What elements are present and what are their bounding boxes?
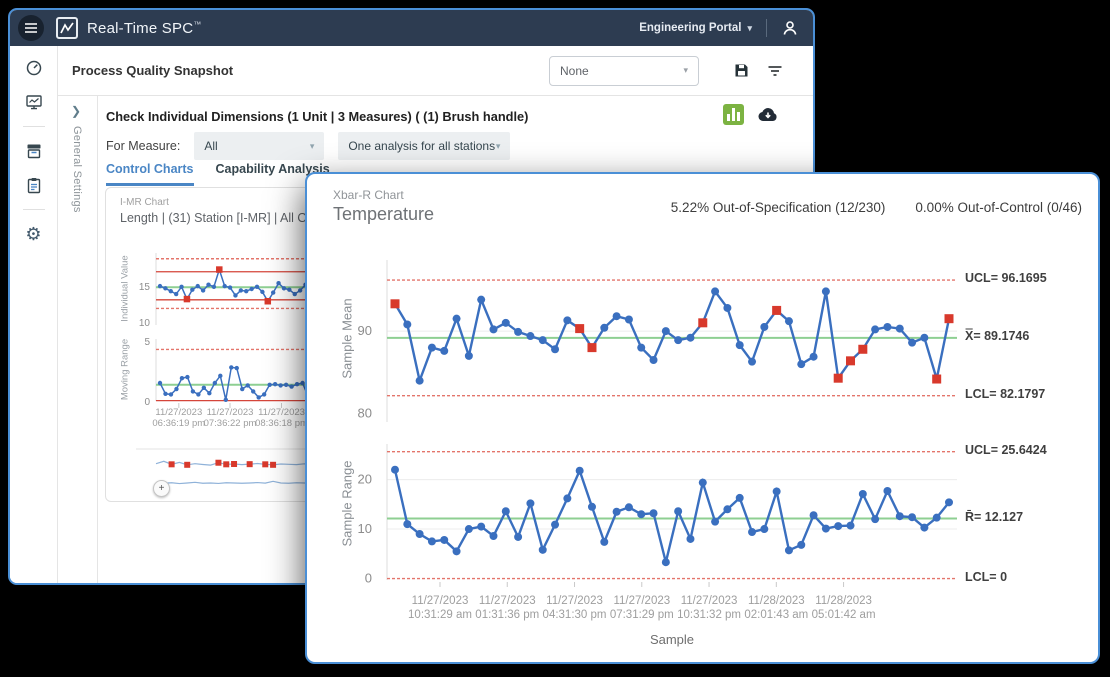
svg-text:07:31:29 pm: 07:31:29 pm bbox=[610, 609, 674, 621]
filter-icon[interactable] bbox=[765, 61, 785, 81]
svg-text:80: 80 bbox=[358, 406, 372, 421]
moving-range-axis-label: Moving Range bbox=[120, 315, 131, 425]
archive-box-icon[interactable] bbox=[24, 141, 44, 161]
svg-text:0: 0 bbox=[365, 571, 372, 586]
screenshot-canvas: { "navbar": {"app_title": "Real-Time SPC… bbox=[0, 0, 1110, 677]
navigator-handle[interactable]: + bbox=[153, 480, 170, 497]
svg-text:10:31:32 pm: 10:31:32 pm bbox=[677, 609, 741, 621]
chevron-down-icon: ▾ bbox=[683, 65, 688, 76]
control-limit-label: UCL= 96.1695 bbox=[965, 271, 1047, 285]
svg-text:11/27/2023: 11/27/2023 bbox=[479, 595, 536, 607]
svg-text:11/28/2023: 11/28/2023 bbox=[815, 595, 872, 607]
gauge-dashboard-icon[interactable] bbox=[24, 58, 44, 78]
svg-text:11/27/2023: 11/27/2023 bbox=[613, 595, 670, 607]
divider bbox=[23, 126, 45, 127]
svg-text:07:36:22 pm: 07:36:22 pm bbox=[204, 418, 257, 429]
toolbar: Process Quality Snapshot None ▾ bbox=[58, 46, 813, 96]
svg-text:10:31:29 am: 10:31:29 am bbox=[408, 609, 472, 621]
control-limit-label: LCL= 0 bbox=[965, 570, 1007, 584]
xbar-r-chart-title: Temperature bbox=[333, 204, 434, 225]
svg-text:02:01:43 am: 02:01:43 am bbox=[744, 609, 808, 621]
general-settings-label: General Settings bbox=[71, 126, 83, 213]
svg-text:11/27/2023: 11/27/2023 bbox=[412, 595, 469, 607]
svg-text:05:01:42 am: 05:01:42 am bbox=[812, 609, 876, 621]
save-icon[interactable] bbox=[731, 61, 751, 81]
svg-text:11/27/2023: 11/27/2023 bbox=[207, 407, 254, 418]
tab-control-charts[interactable]: Control Charts bbox=[106, 162, 194, 186]
clipboard-icon[interactable] bbox=[24, 175, 44, 195]
chevron-down-icon: ▾ bbox=[496, 141, 501, 152]
svg-text:5: 5 bbox=[144, 337, 150, 348]
divider bbox=[23, 209, 45, 210]
general-settings-panel[interactable]: ❯ General Settings bbox=[58, 96, 98, 583]
portal-selector[interactable]: Engineering Portal▾ bbox=[639, 22, 752, 34]
svg-text:20: 20 bbox=[358, 472, 372, 487]
out-of-control-stat: 0.00% Out-of-Control (0/46) bbox=[915, 200, 1082, 215]
svg-text:15: 15 bbox=[139, 282, 151, 293]
section-title: Check Individual Dimensions (1 Unit | 3 … bbox=[106, 109, 528, 124]
control-limit-label: X̿= 89.1746 bbox=[965, 329, 1029, 343]
monitor-chart-icon[interactable] bbox=[24, 92, 44, 112]
svg-text:11/27/2023: 11/27/2023 bbox=[546, 595, 603, 607]
app-title: Real-Time SPC™ bbox=[87, 20, 201, 37]
x-axis-title: Sample bbox=[387, 632, 957, 647]
user-icon[interactable] bbox=[781, 19, 799, 37]
svg-text:11/27/2023: 11/27/2023 bbox=[681, 595, 738, 607]
sample-range-chart: 20 10 0 11/27/2023 10:31:29 am 11/27/2023 01:3… bbox=[307, 432, 1098, 628]
imr-chart-type-label: I-MR Chart bbox=[120, 197, 169, 208]
control-limit-label: LCL= 82.1797 bbox=[965, 387, 1045, 401]
preset-dropdown[interactable]: None ▾ bbox=[549, 56, 699, 86]
svg-text:0: 0 bbox=[144, 397, 150, 408]
app-logo-icon bbox=[56, 17, 78, 39]
svg-text:11/27/2023: 11/27/2023 bbox=[258, 407, 305, 418]
out-of-spec-stat: 5.22% Out-of-Specification (12/230) bbox=[671, 200, 886, 215]
control-limit-label: R̄= 12.127 bbox=[965, 510, 1023, 524]
divider bbox=[766, 19, 767, 37]
chart-view-icon[interactable] bbox=[723, 104, 744, 125]
svg-text:01:31:36 pm: 01:31:36 pm bbox=[475, 609, 539, 621]
chevron-down-icon: ▾ bbox=[310, 141, 315, 152]
svg-text:06:36:19 pm: 06:36:19 pm bbox=[152, 418, 205, 429]
svg-text:11/27/2023: 11/27/2023 bbox=[155, 407, 202, 418]
control-limit-label: UCL= 25.6424 bbox=[965, 443, 1047, 457]
svg-text:90: 90 bbox=[358, 323, 372, 338]
tab-bar: Control Charts Capability Analysis bbox=[106, 162, 330, 186]
xbar-r-chart-type-label: Xbar-R Chart bbox=[333, 188, 404, 202]
xbar-r-chart-window: Xbar-R Chart Temperature 5.22% Out-of-Sp… bbox=[305, 172, 1100, 664]
menu-icon[interactable] bbox=[18, 15, 44, 41]
cloud-download-icon[interactable] bbox=[757, 106, 779, 123]
gear-icon[interactable]: ⚙ bbox=[24, 224, 44, 244]
top-navbar: Real-Time SPC™ Engineering Portal▾ bbox=[10, 10, 813, 46]
svg-text:08:36:18 pm: 08:36:18 pm bbox=[255, 418, 308, 429]
chevron-down-icon: ▾ bbox=[747, 23, 752, 34]
chevron-expand-icon[interactable]: ❯ bbox=[71, 104, 81, 118]
svg-text:11/28/2023: 11/28/2023 bbox=[748, 595, 805, 607]
for-measure-label: For Measure: bbox=[106, 139, 180, 153]
svg-text:10: 10 bbox=[358, 521, 372, 536]
analysis-dropdown[interactable]: One analysis for all stations▾ bbox=[338, 132, 510, 160]
measure-dropdown[interactable]: All▾ bbox=[194, 132, 324, 160]
page-title: Process Quality Snapshot bbox=[72, 63, 549, 78]
svg-text:10: 10 bbox=[139, 318, 151, 329]
svg-text:04:31:30 pm: 04:31:30 pm bbox=[543, 609, 607, 621]
sidebar-rail: ⚙ bbox=[10, 46, 58, 583]
